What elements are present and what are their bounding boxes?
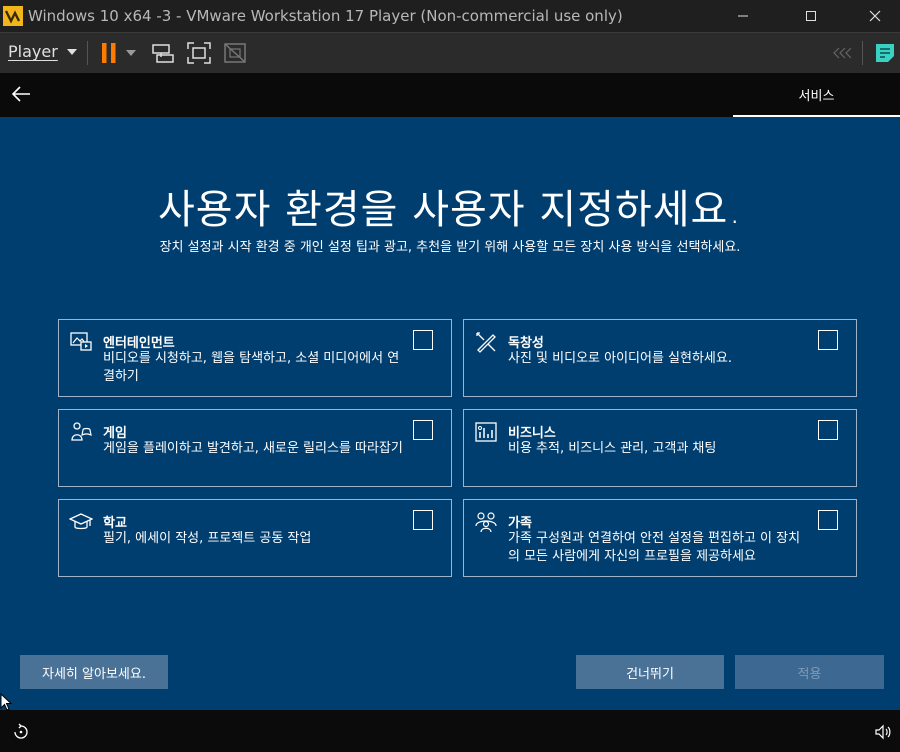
business-icon (475, 422, 497, 442)
back-arrow-icon (11, 86, 30, 102)
chevron-down-icon (126, 49, 136, 56)
window-title: Windows 10 x64 -3 - VMware Workstation 1… (28, 7, 623, 25)
toolbar-divider (87, 41, 88, 65)
chevron-down-icon (66, 48, 77, 55)
option-card-gaming[interactable]: 게임 게임을 플레이하고 발견하고, 새로운 릴리스를 따라잡기 (58, 409, 452, 487)
card-title: 게임 (103, 426, 127, 441)
minimize-button[interactable] (720, 0, 766, 32)
collapse-icon (833, 47, 851, 59)
ease-of-access-icon (14, 723, 28, 739)
pause-options-button[interactable] (122, 41, 140, 65)
oobe-screen: 서비스 사용자 환경을 사용자 지정하세요. 장치 설정과 시작 환경 중 개인… (0, 73, 900, 710)
card-description: 비용 추적, 비즈니스 관리, 고객과 채팅 (508, 441, 717, 456)
send-keys-icon (152, 44, 174, 63)
option-card-school[interactable]: 학교 필기, 에세이 작성, 프로젝트 공동 작업 (58, 499, 452, 577)
gaming-icon (71, 422, 92, 441)
notes-button[interactable] (872, 41, 898, 65)
unity-icon (224, 43, 246, 63)
pause-icon (102, 43, 116, 63)
card-title: 엔터테인먼트 (103, 336, 175, 351)
close-button[interactable] (852, 0, 898, 32)
window-titlebar: Windows 10 x64 -3 - VMware Workstation 1… (0, 0, 900, 32)
card-title: 비즈니스 (508, 426, 556, 441)
toolbar-divider (862, 41, 863, 65)
close-icon (869, 10, 881, 22)
apply-button[interactable]: 적용 (735, 655, 884, 689)
card-description: 가족 구성원과 연결하여 안전 설정을 편집하고 이 장치의 모든 사람에게 자… (508, 531, 801, 564)
oobe-status-bar (0, 710, 900, 752)
back-button[interactable] (10, 83, 32, 105)
card-checkbox[interactable] (413, 420, 433, 440)
card-title: 독창성 (508, 336, 544, 351)
full-screen-button[interactable] (186, 41, 212, 65)
card-description: 비디오를 시청하고, 웹을 탐색하고, 소셜 미디어에서 연결하기 (103, 351, 400, 384)
learn-more-button[interactable]: 자세히 알아보세요. (20, 655, 168, 689)
card-checkbox[interactable] (413, 330, 433, 350)
option-card-business[interactable]: 비즈니스 비용 추적, 비즈니스 관리, 고객과 채팅 (463, 409, 857, 487)
card-checkbox[interactable] (818, 330, 838, 350)
family-icon (475, 512, 497, 533)
player-menu-label: Player (8, 42, 58, 61)
entertainment-icon (70, 332, 92, 351)
school-icon (69, 513, 93, 530)
fullscreen-icon (187, 42, 211, 64)
card-description: 게임을 플레이하고 발견하고, 새로운 릴리스를 따라잡기 (103, 441, 403, 456)
creativity-icon (476, 332, 496, 353)
oobe-top-bar: 서비스 (0, 73, 900, 117)
card-title: 학교 (103, 516, 127, 531)
card-title: 가족 (508, 516, 532, 531)
mouse-cursor-icon (0, 693, 12, 711)
volume-button[interactable] (874, 723, 892, 741)
option-card-creativity[interactable]: 독창성 사진 및 비디오로 아이디어를 실현하세요. (463, 319, 857, 397)
card-checkbox[interactable] (818, 510, 838, 530)
notes-icon (876, 44, 894, 62)
player-menu-button[interactable]: Player (8, 42, 78, 61)
vmware-logo-icon (3, 6, 23, 26)
minimize-icon (738, 15, 748, 17)
card-description: 필기, 에세이 작성, 프로젝트 공동 작업 (103, 531, 312, 546)
page-title: 사용자 환경을 사용자 지정하세요. (157, 187, 743, 233)
option-card-entertainment[interactable]: 엔터테인먼트 비디오를 시청하고, 웹을 탐색하고, 소셜 미디어에서 연결하기 (58, 319, 452, 397)
vmware-toolbar: Player (0, 32, 900, 73)
tab-services[interactable]: 서비스 (733, 73, 900, 117)
maximize-icon (806, 11, 816, 21)
pause-button[interactable] (96, 41, 122, 65)
maximize-button[interactable] (788, 0, 834, 32)
unity-button[interactable] (222, 41, 248, 65)
card-checkbox[interactable] (413, 510, 433, 530)
ease-of-access-button[interactable] (12, 723, 30, 741)
card-checkbox[interactable] (818, 420, 838, 440)
collapse-toolbar-button[interactable] (828, 41, 854, 65)
volume-icon (875, 724, 891, 740)
send-ctrl-alt-del-button[interactable] (150, 41, 176, 65)
page-subtitle: 장치 설정과 시작 환경 중 개인 설정 팁과 광고, 추천을 받기 위해 사용… (159, 240, 741, 255)
card-description: 사진 및 비디오로 아이디어를 실현하세요. (508, 351, 732, 366)
skip-button[interactable]: 건너뛰기 (576, 655, 724, 689)
option-card-family[interactable]: 가족 가족 구성원과 연결하여 안전 설정을 편집하고 이 장치의 모든 사람에… (463, 499, 857, 577)
